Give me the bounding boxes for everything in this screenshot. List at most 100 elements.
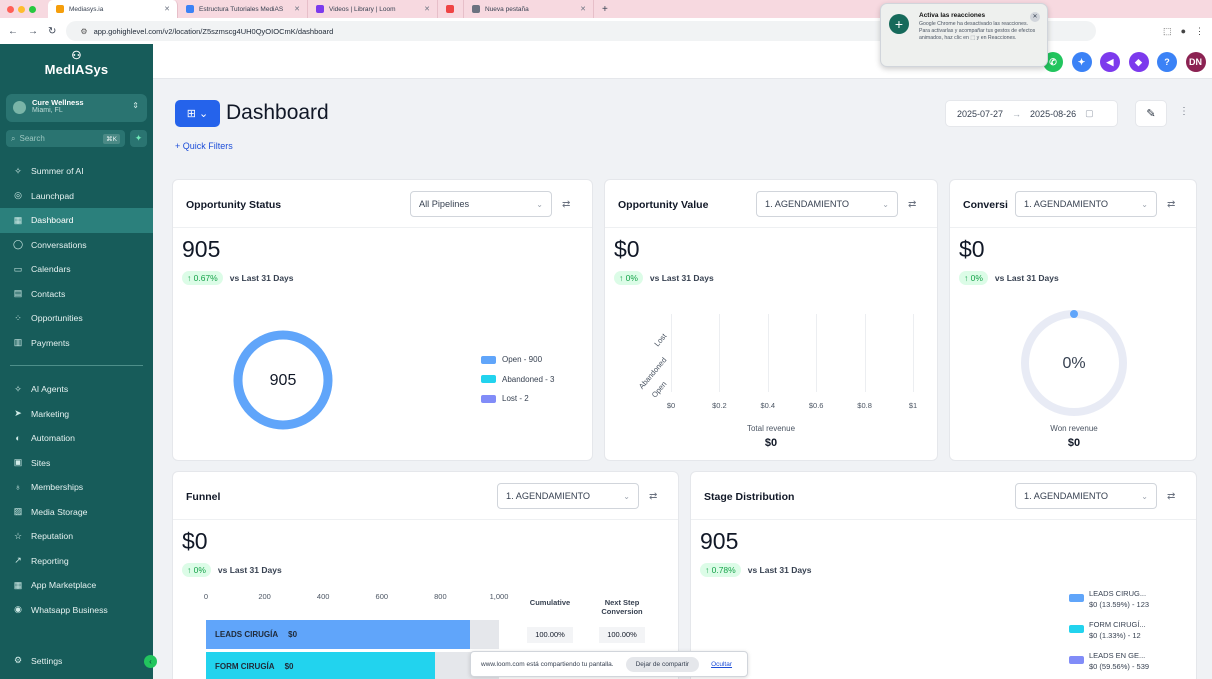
legend-swatch: [1069, 594, 1084, 602]
quick-filters-link[interactable]: + Quick Filters: [175, 141, 233, 151]
sidebar-item-whatsapp-business[interactable]: ◉ Whatsapp Business: [0, 598, 153, 623]
filter-settings-icon[interactable]: ⇄: [562, 199, 570, 210]
back-icon[interactable]: ←: [8, 26, 18, 37]
sidebar-item-sites[interactable]: ▣ Sites: [0, 451, 153, 476]
close-window-button[interactable]: [7, 5, 14, 13]
total-revenue-value: $0: [764, 437, 778, 449]
sidebar-item-dashboard[interactable]: ▦ Dashboard: [0, 208, 153, 233]
opportunity-value-card: Opportunity Value 1. AGENDAMIENTO ⌄ ⇄ $0 …: [604, 179, 938, 461]
sidebar-item-opportunities[interactable]: ⁘ Opportunities: [0, 306, 153, 331]
stage-legend: LEADS CIRUG... $0 (13.59%) - 123 FORM CIRU…: [1069, 588, 1149, 679]
new-tab-button[interactable]: +: [602, 4, 608, 15]
puzzle-icon[interactable]: ⬚: [1163, 26, 1172, 37]
dashboard-switcher-button[interactable]: ⊞ ⌄: [175, 100, 220, 127]
top-bar: ✆ ✦ ◀ ◆? DN: [153, 44, 1212, 79]
close-tab-icon[interactable]: ✕: [580, 5, 586, 13]
sidebar-item-summer-of-ai[interactable]: ✧ Summer of AI: [0, 159, 153, 184]
brand-logo[interactable]: ⚇ MedIASys: [0, 44, 153, 84]
browser-tab[interactable]: Estructura Tutoriales MediAS ✕: [178, 0, 308, 18]
profile-icon[interactable]: ●: [1181, 26, 1186, 37]
legend-swatch: [1069, 656, 1084, 664]
funnel-bar[interactable]: LEADS CIRUGÍA $0: [206, 620, 470, 649]
legend-name: FORM CIRUGÍ...: [1089, 620, 1146, 629]
sparkle-icon: ✧: [14, 165, 22, 176]
metric-value: $0: [614, 236, 640, 262]
close-tab-icon[interactable]: ✕: [424, 5, 430, 13]
sidebar-item-automation[interactable]: ◐ Automation: [0, 426, 153, 451]
sidebar-item-media-storage[interactable]: ▨ Media Storage: [0, 500, 153, 525]
cumulative-header: Cumulative: [529, 598, 571, 607]
gear-icon: ⚙: [13, 655, 23, 666]
magic-icon[interactable]: ✦: [1071, 52, 1092, 72]
date-range-picker[interactable]: 2025-07-27 → 2025-08-26 ▢: [945, 100, 1118, 127]
x-tick-label: $0.6: [808, 401, 824, 410]
sidebar-item-ai-agents[interactable]: ✧ AI Agents: [0, 377, 153, 402]
filter-settings-icon[interactable]: ⇄: [1167, 491, 1175, 502]
grid-line: [719, 314, 721, 392]
sidebar-item-label: Conversations: [31, 239, 87, 250]
stop-sharing-button[interactable]: Dejar de compartir: [625, 656, 700, 672]
site-info-icon[interactable]: ⚙: [80, 27, 87, 36]
reload-icon[interactable]: ↻: [48, 26, 56, 37]
edit-dashboard-button[interactable]: ✎: [1135, 100, 1167, 127]
help-icon[interactable]: ?: [1157, 52, 1177, 72]
metric-value: $0: [182, 528, 208, 554]
main-content: ⊞ ⌄ Dashboard + Quick Filters 2025-07-27…: [153, 79, 1212, 679]
search-input[interactable]: ⌕ Search ⌘K: [6, 130, 125, 147]
compare-label: vs Last 31 Days: [229, 273, 294, 283]
location-city: Miami, FL: [32, 107, 63, 114]
page-title: Dashboard: [226, 101, 329, 124]
close-icon[interactable]: ✕: [1030, 12, 1040, 22]
close-tab-icon[interactable]: ✕: [294, 5, 300, 13]
bell-icon[interactable]: ◆: [1128, 52, 1149, 72]
funnel-axis-label: 600: [375, 592, 389, 601]
browser-tab[interactable]: [438, 0, 464, 18]
sidebar-item-app-marketplace[interactable]: ▦ App Marketplace: [0, 573, 153, 598]
maximize-window-button[interactable]: [29, 5, 36, 13]
pipeline-dropdown[interactable]: 1. AGENDAMIENTO ⌄: [1015, 191, 1157, 217]
more-options-icon[interactable]: ⋮: [1179, 106, 1189, 117]
grid-line: [864, 314, 866, 392]
sidebar-item-conversations[interactable]: ◯ Conversations: [0, 233, 153, 258]
browser-tab[interactable]: Mediasys.ia ✕: [48, 0, 178, 18]
hide-link[interactable]: Ocultar: [711, 661, 732, 668]
sidebar-item-memberships[interactable]: ♁ Memberships: [0, 475, 153, 500]
sidebar-item-marketing[interactable]: ➤ Marketing: [0, 402, 153, 427]
menu-icon[interactable]: ⋮: [1195, 26, 1204, 37]
close-tab-icon[interactable]: ✕: [164, 5, 170, 13]
quick-action-icon[interactable]: ✦: [130, 130, 147, 147]
megaphone-icon[interactable]: ◀: [1100, 52, 1120, 72]
browser-tab[interactable]: Nueva pestaña ✕: [464, 0, 594, 18]
sidebar-item-reporting[interactable]: ↗ Reporting: [0, 549, 153, 574]
sidebar-item-label: Opportunities: [31, 313, 83, 324]
filter-settings-icon[interactable]: ⇄: [649, 491, 657, 502]
location-switcher[interactable]: Cure Wellness Miami, FL ⇕: [6, 94, 147, 122]
sidebar-item-settings[interactable]: ⚙ Settings: [0, 649, 153, 674]
funnel-axis-label: 200: [258, 592, 271, 601]
filter-settings-icon[interactable]: ⇄: [908, 199, 916, 210]
browser-tab[interactable]: Videos | Library | Loom ✕: [308, 0, 438, 18]
pipeline-dropdown[interactable]: 1. AGENDAMIENTO ⌄: [756, 191, 898, 217]
minimize-window-button[interactable]: [18, 5, 25, 13]
window-controls[interactable]: [0, 5, 48, 13]
pipeline-dropdown[interactable]: 1. AGENDAMIENTO ⌄: [497, 483, 639, 509]
forward-icon[interactable]: →: [28, 26, 38, 37]
sidebar-item-calendars[interactable]: ▭ Calendars: [0, 257, 153, 282]
sidebar-item-reputation[interactable]: ☆ Reputation: [0, 524, 153, 549]
sidebar-item-payments[interactable]: ▥ Payments: [0, 331, 153, 356]
url-text: app.gohighlevel.com/v2/location/Z5szmscg…: [93, 26, 334, 36]
metric-change: ↑ 0% vs Last 31 Days: [959, 271, 1059, 285]
sidebar-item-contacts[interactable]: ▤ Contacts: [0, 282, 153, 307]
favicon-icon: [472, 5, 480, 13]
sidebar-item-label: Contacts: [31, 288, 66, 299]
automation-icon: ◐: [15, 433, 21, 444]
gauge-marker: [1070, 310, 1078, 318]
x-tick-label: $0.8: [857, 401, 872, 410]
pipeline-dropdown[interactable]: 1. AGENDAMIENTO ⌄: [1015, 483, 1157, 509]
funnel-bar[interactable]: FORM CIRUGÍA $0: [206, 652, 435, 679]
filter-settings-icon[interactable]: ⇄: [1167, 199, 1175, 210]
sidebar-item-launchpad[interactable]: ◎ Launchpad: [0, 184, 153, 209]
user-avatar[interactable]: DN: [1185, 52, 1206, 72]
change-badge: ↑ 0%: [182, 563, 211, 577]
pipeline-dropdown[interactable]: All Pipelines ⌄: [410, 191, 552, 217]
